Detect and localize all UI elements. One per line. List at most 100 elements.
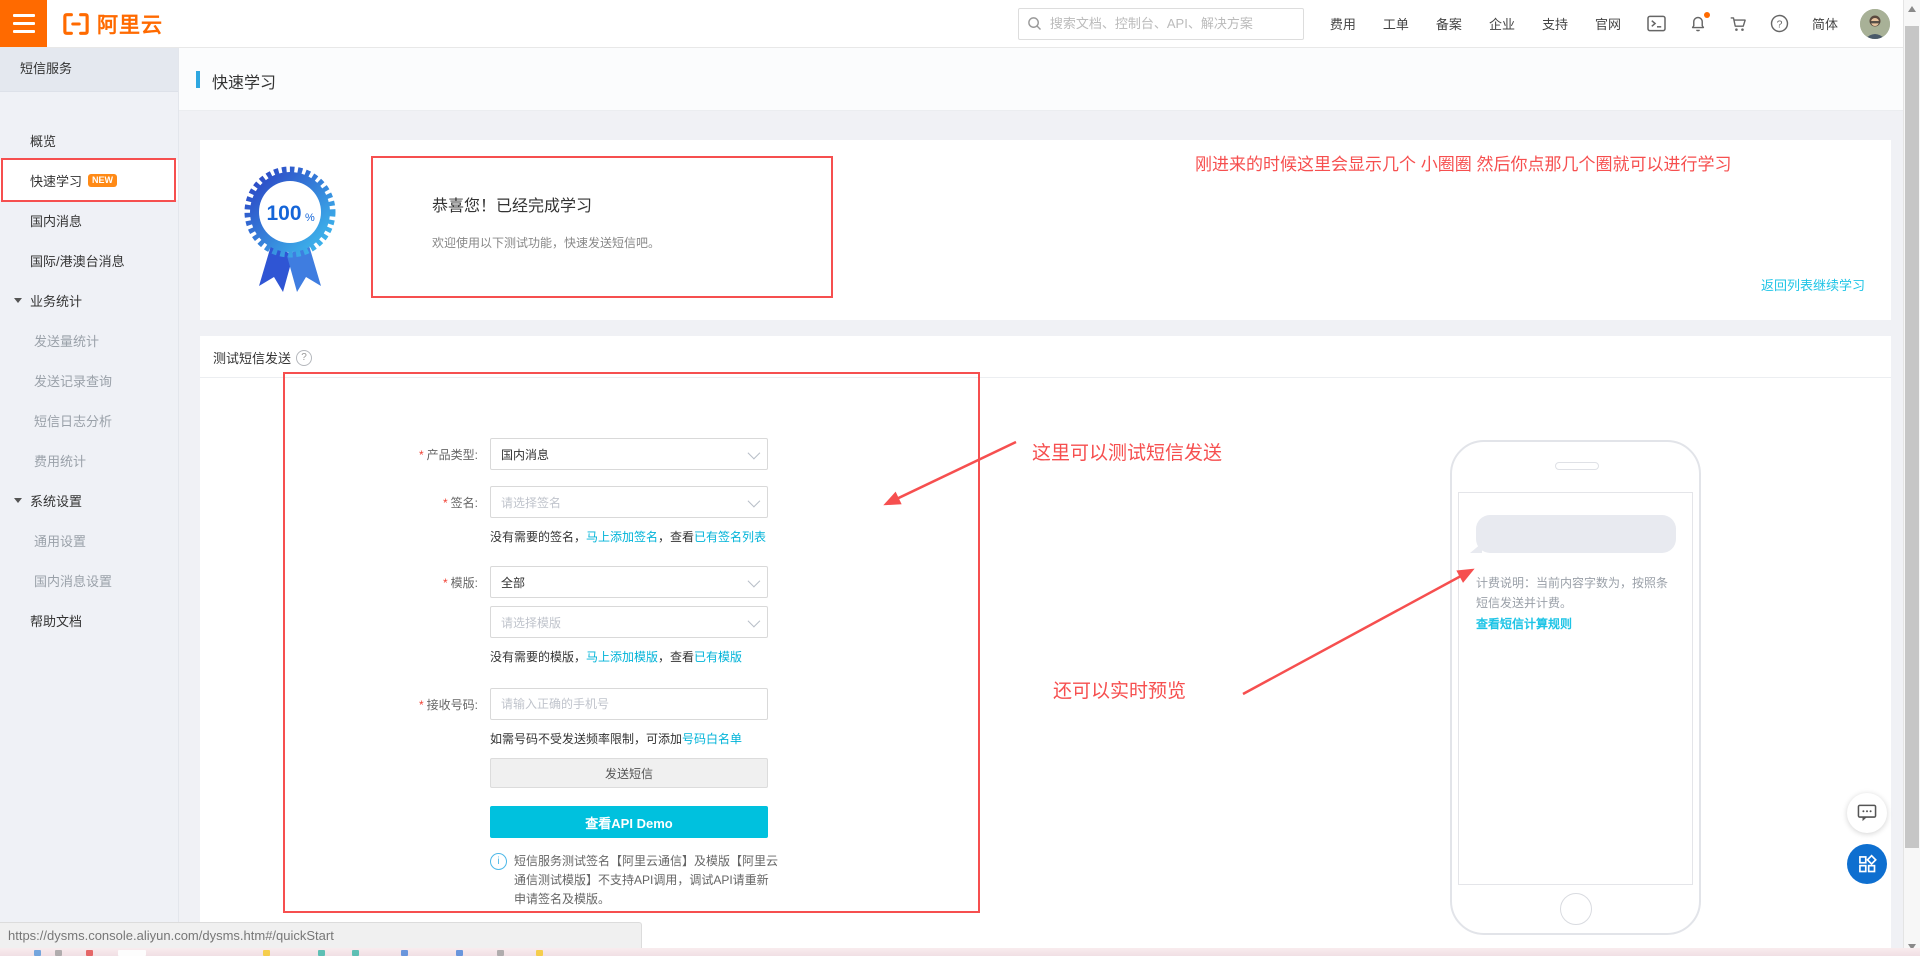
- user-avatar[interactable]: [1860, 8, 1890, 39]
- chat-bubble-icon: [1857, 804, 1877, 822]
- sidebar-item-send-record-query[interactable]: 发送记录查询: [0, 360, 178, 400]
- chevron-down-icon: [747, 494, 761, 507]
- language-switch[interactable]: 简体: [1812, 14, 1838, 33]
- chevron-down-icon: [747, 614, 761, 627]
- template-label: * 模版:: [442, 575, 478, 590]
- feedback-chat-button[interactable]: [1847, 793, 1887, 833]
- phone-speaker: [1555, 462, 1599, 470]
- sidebar-item-sms-log-analysis[interactable]: 短信日志分析: [0, 400, 178, 440]
- medal-percent-sign: %: [305, 212, 315, 224]
- phone-number-input[interactable]: [490, 688, 768, 720]
- sms-rule-link[interactable]: 查看短信计算规则: [1476, 615, 1572, 632]
- api-demo-button[interactable]: 查看API Demo: [490, 806, 768, 838]
- template-list-link[interactable]: 已有模版: [694, 650, 742, 664]
- sidebar-item-biz-stats[interactable]: 业务统计: [0, 280, 178, 320]
- sidebar-item-send-volume-stats[interactable]: 发送量统计: [0, 320, 178, 360]
- signature-helper: 没有需要的签名，马上添加签名，查看已有签名列表: [490, 530, 767, 544]
- sidebar-item-quick-start[interactable]: 快速学习 NEW: [0, 160, 178, 200]
- global-search[interactable]: [1017, 7, 1304, 40]
- sidebar-item-label: 通用设置: [34, 533, 87, 549]
- product-type-select[interactable]: 国内消息: [490, 438, 768, 470]
- signature-list-link[interactable]: 已有签名列表: [694, 530, 766, 544]
- page-scrollbar[interactable]: [1903, 0, 1920, 956]
- sidebar-item-label: 帮助文档: [30, 613, 83, 629]
- section-title: 测试短信发送 ?: [213, 348, 313, 367]
- top-navbar: 阿里云 费用 工单 备案 企业 支持 官网 ? 简体: [0, 0, 1920, 48]
- whitelist-link[interactable]: 号码白名单: [682, 732, 742, 746]
- sidebar-item-intl-message[interactable]: 国际/港澳台消息: [0, 240, 178, 280]
- sidebar-item-domestic-message-settings[interactable]: 国内消息设置: [0, 560, 178, 600]
- template-row: * 模版: 全部: [212, 566, 768, 598]
- sidebar-item-fee-stats[interactable]: 费用统计: [0, 440, 178, 480]
- sidebar-item-label: 快速学习: [30, 173, 83, 189]
- sidebar-item-label: 国内消息: [30, 213, 83, 229]
- aliyun-logo-text: 阿里云: [97, 13, 163, 37]
- nav-item-fee[interactable]: 费用: [1330, 14, 1356, 33]
- nav-item-website[interactable]: 官网: [1595, 14, 1621, 33]
- signature-select[interactable]: 请选择签名: [490, 486, 768, 518]
- congrats-subtitle: 欢迎使用以下测试功能，快速发送短信吧。: [432, 236, 661, 250]
- section-help-icon[interactable]: ?: [296, 349, 313, 366]
- phone-helper: 如需号码不受发送频率限制，可添加号码白名单: [490, 732, 743, 746]
- phone-number-row: * 接收号码:: [212, 688, 768, 720]
- title-accent-bar: [196, 71, 200, 88]
- medal-percent-value: 100: [266, 202, 301, 225]
- sidebar: 短信服务 概览快速学习 NEW 国内消息国际/港澳台消息业务统计发送量统计发送记录查…: [0, 47, 179, 956]
- sidebar-title: 短信服务: [0, 47, 178, 92]
- app-launcher-button[interactable]: [1847, 844, 1887, 884]
- sidebar-item-domestic-message[interactable]: 国内消息: [0, 200, 178, 240]
- hamburger-menu-button[interactable]: [0, 0, 47, 47]
- help-icon[interactable]: ?: [1770, 14, 1790, 34]
- shopping-cart-icon[interactable]: [1729, 14, 1749, 34]
- send-sms-button[interactable]: 发送短信: [490, 758, 768, 788]
- product-type-row: * 产品类型: 国内消息: [212, 438, 768, 470]
- console-terminal-icon[interactable]: [1647, 14, 1667, 34]
- phone-screen: 计费说明：当前内容字数为，按照条短信发送并计费。 查看短信计算规则: [1458, 492, 1693, 885]
- scroll-up-arrow[interactable]: [1908, 6, 1916, 12]
- congrats-title: 恭喜您！已经完成学习: [432, 198, 593, 215]
- add-signature-link[interactable]: 马上添加签名: [586, 530, 658, 544]
- phone-number-label: * 接收号码:: [418, 697, 478, 712]
- signature-row: * 签名: 请选择签名: [212, 486, 768, 518]
- signature-label: * 签名:: [442, 495, 478, 510]
- template-select[interactable]: 请选择模版: [490, 606, 768, 638]
- sidebar-item-system-settings[interactable]: 系统设置: [0, 480, 178, 520]
- nav-item-ticket[interactable]: 工单: [1383, 14, 1409, 33]
- back-to-list-link[interactable]: 返回列表继续学习: [1761, 275, 1865, 294]
- template-type-select[interactable]: 全部: [490, 566, 768, 598]
- expand-arrow-icon: [14, 297, 22, 303]
- page-title: 快速学习: [212, 75, 277, 92]
- aliyun-logo-mark-icon: [63, 12, 89, 35]
- sidebar-item-overview[interactable]: 概览: [0, 120, 178, 160]
- aliyun-logo[interactable]: 阿里云: [61, 9, 163, 39]
- sidebar-item-label: 业务统计: [30, 293, 83, 309]
- main-area: 快速学习 100 % 恭喜您！已经完成学习 欢迎使用以下测试功能，快速发送短信吧…: [178, 47, 1903, 956]
- fee-note: 计费说明：当前内容字数为，按照条短信发送并计费。: [1476, 576, 1669, 610]
- test-sms-card: 测试短信发送 ? * 产品类型: 国内消息 * 签名: 请选择签名 没有需要的签名，…: [200, 336, 1891, 948]
- sidebar-item-label: 发送量统计: [34, 333, 100, 349]
- scrollbar-thumb[interactable]: [1905, 26, 1919, 848]
- sidebar-item-label: 概览: [30, 133, 57, 149]
- nav-item-enterprise[interactable]: 企业: [1489, 14, 1515, 33]
- info-icon: i: [490, 853, 507, 870]
- search-icon: [1028, 17, 1041, 30]
- notifications-bell-icon[interactable]: [1688, 11, 1710, 34]
- aliyun-console: 阿里云 费用 工单 备案 企业 支持 官网 ? 简体: [0, 0, 1920, 956]
- sidebar-menu: 概览快速学习 NEW 国内消息国际/港澳台消息业务统计发送量统计发送记录查询 短信日志…: [0, 92, 178, 640]
- top-menu: 费用 工单 备案 企业 支持 官网: [1330, 14, 1621, 33]
- search-input[interactable]: [1047, 15, 1295, 32]
- sidebar-item-help-docs[interactable]: 帮助文档: [0, 600, 178, 640]
- nav-item-icp[interactable]: 备案: [1436, 14, 1462, 33]
- add-template-link[interactable]: 马上添加模版: [586, 650, 658, 664]
- template-helper: 没有需要的模版，马上添加模版，查看已有模版: [490, 650, 743, 664]
- sidebar-item-label: 短信日志分析: [34, 413, 113, 429]
- top-icons: ?: [1647, 11, 1790, 34]
- test-notice: i 短信服务测试签名【阿里云通信】及模版【阿里云通信测试模版】不支持API调用，…: [490, 852, 780, 909]
- congrats-card: 100 % 恭喜您！已经完成学习 欢迎使用以下测试功能，快速发送短信吧。 返回列…: [200, 140, 1891, 320]
- nav-item-support[interactable]: 支持: [1542, 14, 1568, 33]
- phone-home-button: [1560, 893, 1592, 925]
- sidebar-item-label: 发送记录查询: [34, 373, 113, 389]
- app-grid-icon: [1859, 854, 1877, 873]
- page-header: 快速学习: [178, 47, 1903, 111]
- sidebar-item-general-settings[interactable]: 通用设置: [0, 520, 178, 560]
